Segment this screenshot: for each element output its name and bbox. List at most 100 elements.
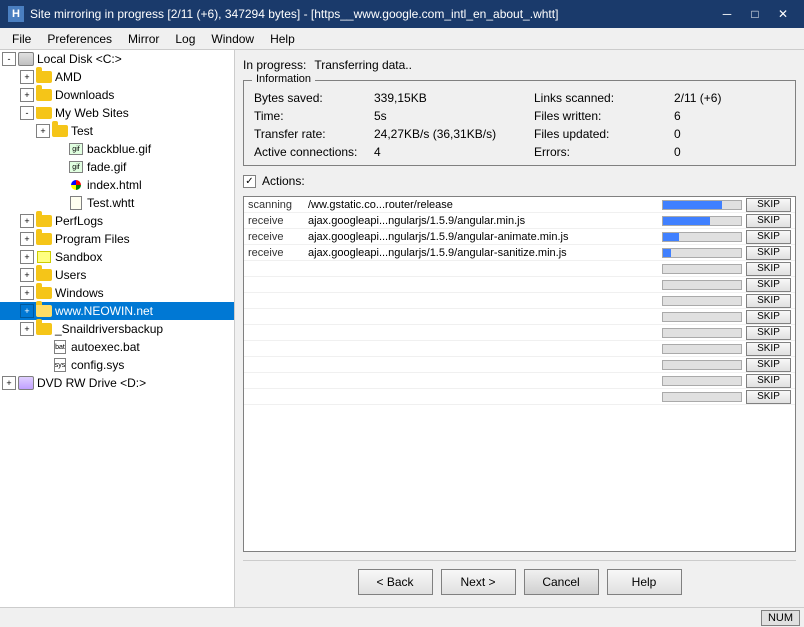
tree-item-fade-gif[interactable]: gif fade.gif (0, 158, 234, 176)
tree-label-backblue: backblue.gif (87, 142, 151, 156)
download-row-6: SKIP (244, 293, 795, 309)
num-label: NUM (768, 612, 793, 624)
expander-www-neowin[interactable]: + (20, 304, 34, 318)
file-icon-config: sys (52, 357, 68, 373)
drive-icon (18, 51, 34, 67)
dl-skip-2[interactable]: SKIP (746, 230, 791, 244)
expander-downloads[interactable]: + (20, 88, 34, 102)
tree-item-index-html[interactable]: index.html (0, 176, 234, 194)
tree-label-dvd: DVD RW Drive <D:> (37, 376, 146, 390)
info-group-legend: Information (252, 73, 315, 85)
tree-item-dvd-drive[interactable]: + DVD RW Drive <D:> (0, 374, 234, 392)
tree-item-autoexec[interactable]: bat autoexec.bat (0, 338, 234, 356)
menu-window[interactable]: Window (203, 30, 262, 48)
download-row-3: receive ajax.googleapi...ngularjs/1.5.9/… (244, 245, 795, 261)
dl-skip-12[interactable]: SKIP (746, 390, 791, 404)
tree-label-sandbox: Sandbox (55, 250, 102, 264)
dl-skip-3[interactable]: SKIP (746, 246, 791, 260)
expander-amd[interactable]: + (20, 70, 34, 84)
dl-skip-1[interactable]: SKIP (746, 214, 791, 228)
dl-skip-8[interactable]: SKIP (746, 326, 791, 340)
dl-skip-0[interactable]: SKIP (746, 198, 791, 212)
back-button[interactable]: < Back (358, 569, 433, 595)
expander-test[interactable]: + (36, 124, 50, 138)
menu-log[interactable]: Log (167, 30, 203, 48)
expander-snail[interactable]: + (20, 322, 34, 336)
information-group: Information Bytes saved: 339,15KB Links … (243, 80, 796, 166)
dl-skip-11[interactable]: SKIP (746, 374, 791, 388)
dl-skip-10[interactable]: SKIP (746, 358, 791, 372)
tree-label-my-web-sites: My Web Sites (55, 106, 129, 120)
errors-value: 0 (674, 145, 754, 159)
errors-label: Errors: (534, 145, 674, 159)
help-button[interactable]: Help (607, 569, 682, 595)
tree-item-amd[interactable]: + AMD (0, 68, 234, 86)
actions-checkbox[interactable]: ✓ (243, 175, 256, 188)
tree-item-perflogs[interactable]: + PerfLogs (0, 212, 234, 230)
dl-progress-bar-3 (662, 248, 742, 258)
tree-item-www-neowin[interactable]: + www.NEOWIN.net (0, 302, 234, 320)
tree-item-downloads[interactable]: + Downloads (0, 86, 234, 104)
folder-icon-neowin (36, 303, 52, 319)
tree-item-snaildriversbackup[interactable]: + _Snaildriversbackup (0, 320, 234, 338)
menu-help[interactable]: Help (262, 30, 303, 48)
tree-item-test-whtt[interactable]: Test.whtt (0, 194, 234, 212)
main-container: - Local Disk <C:> + AMD + Downloads - My… (0, 50, 804, 607)
expander-local-disk[interactable]: - (2, 52, 16, 66)
dl-action-3: receive (248, 247, 308, 259)
tree-item-program-files[interactable]: + Program Files (0, 230, 234, 248)
app-icon: H (8, 6, 24, 22)
cancel-button[interactable]: Cancel (524, 569, 599, 595)
maximize-button[interactable]: □ (742, 5, 768, 23)
expander-perflogs[interactable]: + (20, 214, 34, 228)
gif-icon-fade: gif (68, 159, 84, 175)
active-conn-value: 4 (374, 145, 534, 159)
close-button[interactable]: ✕ (770, 5, 796, 23)
dl-url-3: ajax.googleapi...ngularjs/1.5.9/angular-… (308, 247, 662, 259)
expander-dvd[interactable]: + (2, 376, 16, 390)
tree-item-backblue-gif[interactable]: gif backblue.gif (0, 140, 234, 158)
tree-item-windows[interactable]: + Windows (0, 284, 234, 302)
tree-label-config: config.sys (71, 358, 124, 372)
dl-skip-9[interactable]: SKIP (746, 342, 791, 356)
download-row-0: scanning /ww.gstatic.co...router/release… (244, 197, 795, 213)
minimize-button[interactable]: ─ (714, 5, 740, 23)
dl-skip-6[interactable]: SKIP (746, 294, 791, 308)
dl-action-1: receive (248, 215, 308, 227)
menu-mirror[interactable]: Mirror (120, 30, 167, 48)
expander-sandbox[interactable]: + (20, 250, 34, 264)
tree-item-test[interactable]: + Test (0, 122, 234, 140)
tree-item-sandbox[interactable]: + Sandbox (0, 248, 234, 266)
tree-label-downloads: Downloads (55, 88, 114, 102)
menu-preferences[interactable]: Preferences (39, 30, 120, 48)
dl-skip-5[interactable]: SKIP (746, 278, 791, 292)
tree-item-users[interactable]: + Users (0, 266, 234, 284)
menu-file[interactable]: File (4, 30, 39, 48)
tree-label-windows: Windows (55, 286, 104, 300)
expander-my-web-sites[interactable]: - (20, 106, 34, 120)
expander-autoexec (36, 340, 50, 354)
expander-windows[interactable]: + (20, 286, 34, 300)
next-button[interactable]: Next > (441, 569, 516, 595)
folder-icon-program-files (36, 231, 52, 247)
download-row-5: SKIP (244, 277, 795, 293)
status-bar: NUM (0, 607, 804, 627)
in-progress-label: In progress: (243, 58, 306, 72)
dl-skip-7[interactable]: SKIP (746, 310, 791, 324)
download-list: scanning /ww.gstatic.co...router/release… (243, 196, 796, 552)
expander-config (36, 358, 50, 372)
tree-item-config[interactable]: sys config.sys (0, 356, 234, 374)
tree-item-local-disk[interactable]: - Local Disk <C:> (0, 50, 234, 68)
bytes-saved-label: Bytes saved: (254, 91, 374, 105)
expander-index (52, 178, 66, 192)
chrome-icon-index (68, 177, 84, 193)
tree-label-neowin: www.NEOWIN.net (55, 304, 153, 318)
dl-url-1: ajax.googleapi...ngularjs/1.5.9/angular.… (308, 215, 662, 227)
transfer-rate-label: Transfer rate: (254, 127, 374, 141)
active-conn-label: Active connections: (254, 145, 374, 159)
expander-program-files[interactable]: + (20, 232, 34, 246)
expander-users[interactable]: + (20, 268, 34, 282)
dl-skip-4[interactable]: SKIP (746, 262, 791, 276)
dl-action-2: receive (248, 231, 308, 243)
tree-item-my-web-sites[interactable]: - My Web Sites (0, 104, 234, 122)
